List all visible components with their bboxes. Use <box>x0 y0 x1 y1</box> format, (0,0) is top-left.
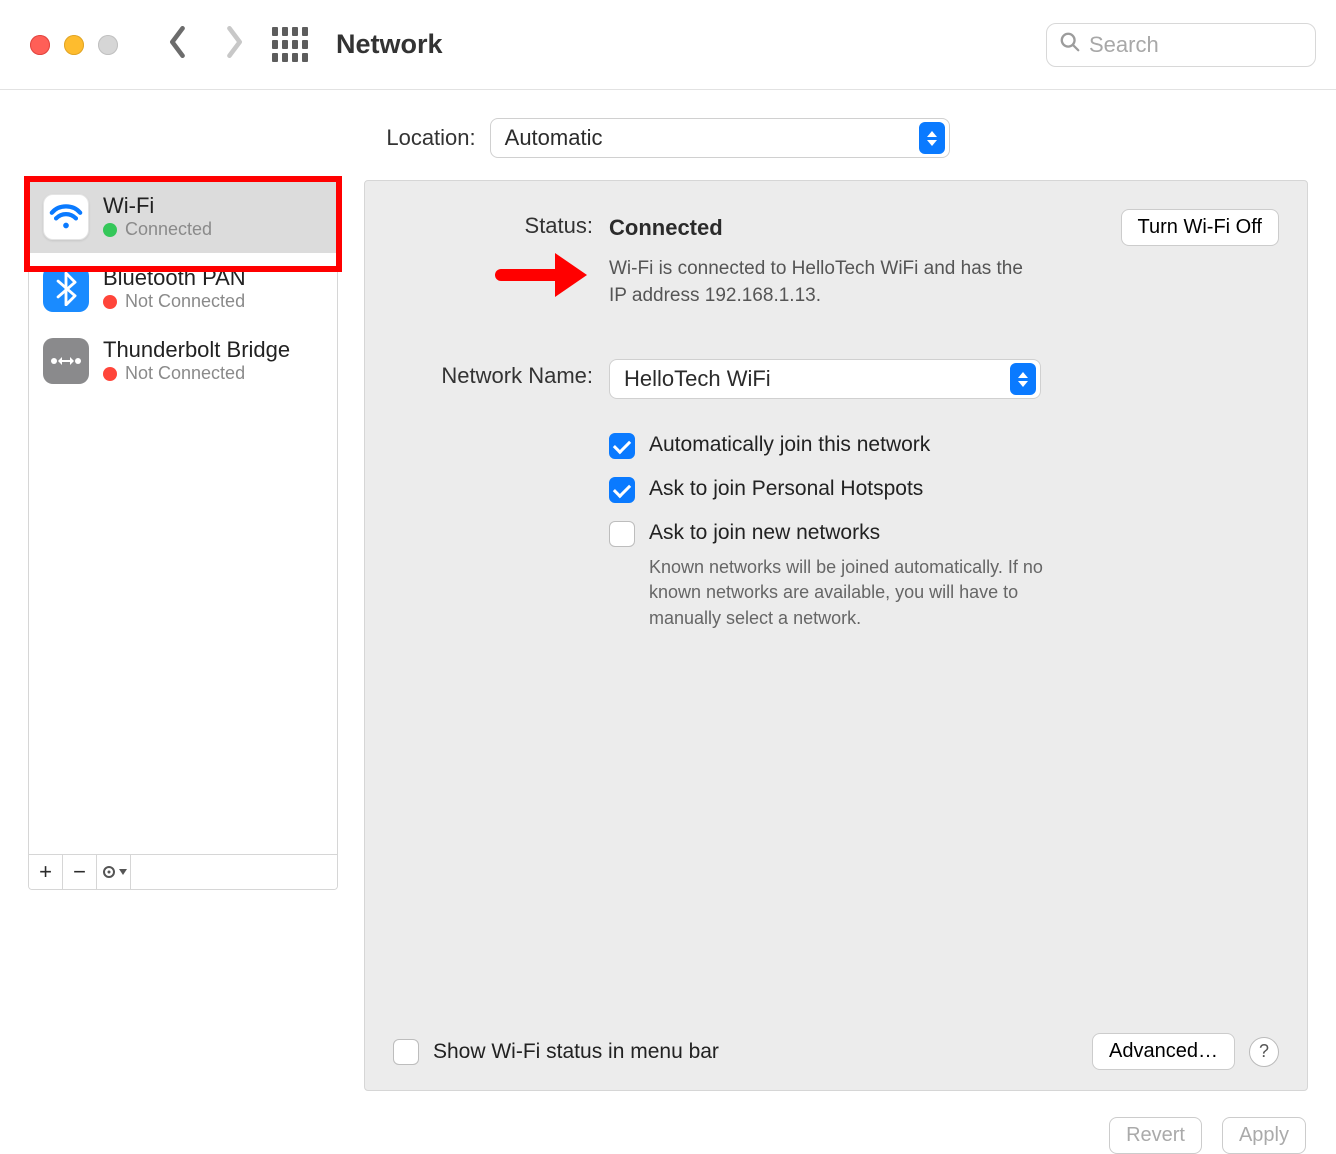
search-icon <box>1059 31 1081 59</box>
close-window-button[interactable] <box>30 35 50 55</box>
service-actions-menu-button[interactable] <box>97 855 131 889</box>
minimize-window-button[interactable] <box>64 35 84 55</box>
service-status: Connected <box>125 219 212 241</box>
service-list: Wi-Fi Connected Bluetooth PAN <box>28 180 338 890</box>
show-in-menubar-checkbox[interactable] <box>393 1039 419 1065</box>
thunderbolt-bridge-icon <box>43 338 89 384</box>
advanced-button[interactable]: Advanced… <box>1092 1033 1235 1070</box>
service-status: Not Connected <box>125 363 245 385</box>
service-status: Not Connected <box>125 291 245 313</box>
footer-buttons: Revert Apply <box>0 1091 1336 1154</box>
zoom-window-button[interactable] <box>98 35 118 55</box>
forward-button[interactable] <box>224 26 244 64</box>
window-controls <box>30 35 118 55</box>
help-button[interactable]: ? <box>1249 1037 1279 1067</box>
back-button[interactable] <box>168 26 188 64</box>
wifi-toggle-button[interactable]: Turn Wi-Fi Off <box>1121 209 1279 246</box>
location-dropdown[interactable]: Automatic <box>490 118 950 158</box>
network-preferences-window: Network Location: Automatic <box>0 0 1336 1154</box>
bluetooth-icon <box>43 266 89 312</box>
ask-new-networks-label: Ask to join new networks <box>649 521 1049 545</box>
status-description: Wi-Fi is connected to HelloTech WiFi and… <box>609 256 1039 309</box>
show-in-menubar-label: Show Wi-Fi status in menu bar <box>433 1040 1078 1064</box>
network-name-value: HelloTech WiFi <box>624 366 771 392</box>
location-row: Location: Automatic <box>0 90 1336 180</box>
toolbar: Network <box>0 0 1336 90</box>
revert-button[interactable]: Revert <box>1109 1117 1202 1154</box>
ask-new-networks-checkbox[interactable] <box>609 521 635 547</box>
ask-hotspots-label: Ask to join Personal Hotspots <box>649 477 923 501</box>
add-service-button[interactable]: + <box>29 855 63 889</box>
apply-button[interactable]: Apply <box>1222 1117 1306 1154</box>
wifi-icon <box>43 194 89 240</box>
detail-pane: Status: Connected Turn Wi-Fi Off Wi-Fi i… <box>364 180 1308 1091</box>
service-list-actions: + − <box>29 854 337 889</box>
status-dot-icon <box>103 367 117 381</box>
service-name: Bluetooth PAN <box>103 265 246 291</box>
location-value: Automatic <box>505 125 603 151</box>
search-field <box>1046 23 1316 67</box>
ask-new-networks-description: Known networks will be joined automatica… <box>649 555 1049 631</box>
service-item-bluetooth-pan[interactable]: Bluetooth PAN Not Connected <box>29 253 337 325</box>
service-name: Thunderbolt Bridge <box>103 337 290 363</box>
window-title: Network <box>336 29 443 60</box>
service-name: Wi-Fi <box>103 193 212 219</box>
auto-join-label: Automatically join this network <box>649 433 930 457</box>
network-name-label: Network Name: <box>393 359 593 649</box>
ask-hotspots-checkbox[interactable] <box>609 477 635 503</box>
status-dot-icon <box>103 295 117 309</box>
service-actions-spacer <box>131 855 337 889</box>
annotation-arrow-icon <box>495 243 587 313</box>
remove-service-button[interactable]: − <box>63 855 97 889</box>
service-item-wifi[interactable]: Wi-Fi Connected <box>29 181 337 253</box>
network-name-dropdown[interactable]: HelloTech WiFi <box>609 359 1041 399</box>
dropdown-chevrons-icon <box>919 122 945 154</box>
dropdown-chevrons-icon <box>1010 363 1036 395</box>
search-input[interactable] <box>1089 32 1303 58</box>
status-dot-icon <box>103 223 117 237</box>
show-all-preferences-button[interactable] <box>272 27 308 63</box>
service-item-thunderbolt-bridge[interactable]: Thunderbolt Bridge Not Connected <box>29 325 337 397</box>
auto-join-checkbox[interactable] <box>609 433 635 459</box>
status-value: Connected <box>609 215 723 241</box>
location-label: Location: <box>386 125 475 151</box>
